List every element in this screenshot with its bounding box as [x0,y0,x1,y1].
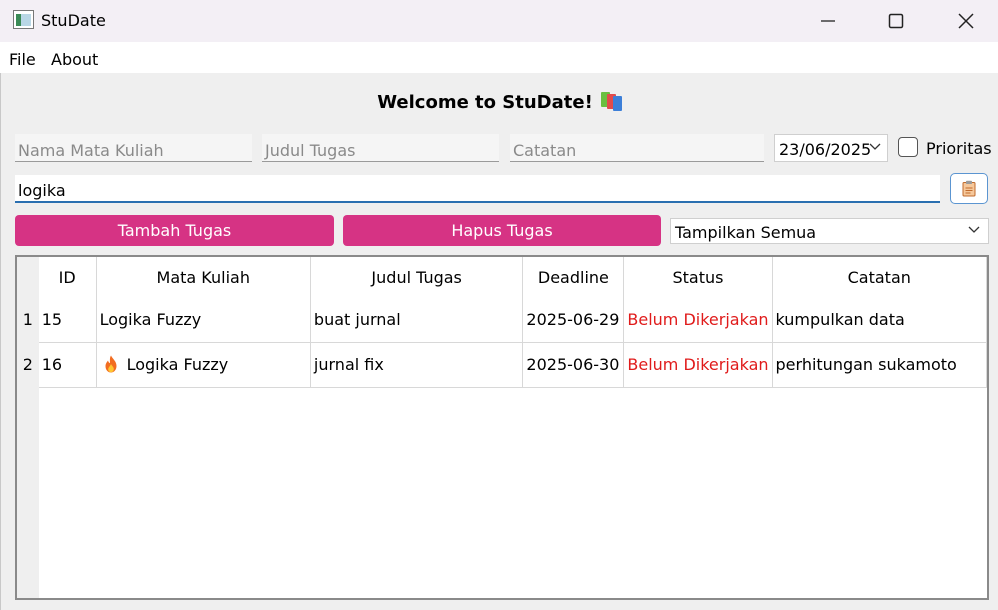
maximize-icon [888,13,904,29]
clipboard-icon [962,180,976,197]
column-header-deadline[interactable]: Deadline [522,257,625,297]
table-corner [17,257,39,297]
search-input[interactable]: logika [15,175,940,203]
app-window-icon [13,10,34,29]
minimize-button[interactable] [805,0,851,42]
cell-status[interactable]: Belum Dikerjakan [623,342,773,388]
cell-deadline[interactable]: 2025-06-30 [522,342,625,388]
nama-mata-kuliah-input[interactable]: Nama Mata Kuliah [15,134,252,162]
clipboard-button[interactable] [950,173,988,204]
title-bar: StuDate [0,0,998,42]
column-header-catatan[interactable]: Catatan [772,257,988,297]
cell-judul-tugas[interactable]: buat jurnal [310,297,524,343]
column-header-judul-tugas[interactable]: Judul Tugas [310,257,524,297]
welcome-heading: Welcome to StuDate! [1,91,998,113]
row-number[interactable]: 2 [17,342,39,387]
deadline-date-picker[interactable]: 23/06/2025 [774,134,888,162]
books-icon [600,91,623,111]
chevron-down-icon [869,143,881,150]
task-table[interactable]: ID Mata Kuliah Judul Tugas Deadline Stat… [15,255,989,600]
catatan-input[interactable]: Catatan [510,134,764,162]
fire-icon [105,355,117,373]
column-header-id[interactable]: ID [38,257,97,297]
window-title: StuDate [41,11,106,30]
cell-id[interactable]: 16 [38,342,97,388]
close-button[interactable] [943,0,989,42]
row-number[interactable]: 1 [17,297,39,342]
cell-mata-kuliah[interactable]: Logika Fuzzy [96,342,311,388]
chevron-down-icon [968,226,980,233]
judul-tugas-input[interactable]: Judul Tugas [262,134,499,162]
main-content: Welcome to StuDate! Nama Mata Kuliah Jud… [0,73,998,610]
mata-kuliah-text: Logika Fuzzy [126,355,229,374]
column-header-mata-kuliah[interactable]: Mata Kuliah [96,257,311,297]
table-row[interactable]: 2 16 Logika Fuzzy jurnal fix 2025-06-30 … [17,342,988,388]
cell-status[interactable]: Belum Dikerjakan [623,297,773,343]
cell-catatan[interactable]: perhitungan sukamoto [772,342,988,388]
cell-mata-kuliah[interactable]: Logika Fuzzy [96,297,311,343]
filter-selected: Tampilkan Semua [675,223,817,242]
date-value: 23/06/2025 [779,140,872,159]
task-table-grid: ID Mata Kuliah Judul Tugas Deadline Stat… [17,257,988,388]
column-header-status[interactable]: Status [623,257,773,297]
table-header-row: ID Mata Kuliah Judul Tugas Deadline Stat… [17,257,988,297]
close-icon [958,13,974,29]
cell-deadline[interactable]: 2025-06-29 [522,297,625,343]
menu-bar: File About [0,42,998,73]
menu-file[interactable]: File [9,50,36,69]
maximize-button[interactable] [873,0,919,42]
cell-judul-tugas[interactable]: jurnal fix [310,342,524,388]
prioritas-checkbox[interactable] [898,137,918,157]
filter-dropdown[interactable]: Tampilkan Semua [670,218,989,244]
menu-about[interactable]: About [51,50,98,69]
prioritas-label: Prioritas [926,139,992,158]
tambah-tugas-button[interactable]: Tambah Tugas [15,215,334,246]
cell-id[interactable]: 15 [38,297,97,343]
hapus-tugas-button[interactable]: Hapus Tugas [343,215,661,246]
cell-catatan[interactable]: kumpulkan data [772,297,988,343]
minimize-icon [821,20,835,22]
table-row[interactable]: 1 15 Logika Fuzzy buat jurnal 2025-06-29… [17,297,988,343]
welcome-text: Welcome to StuDate! [377,92,593,113]
